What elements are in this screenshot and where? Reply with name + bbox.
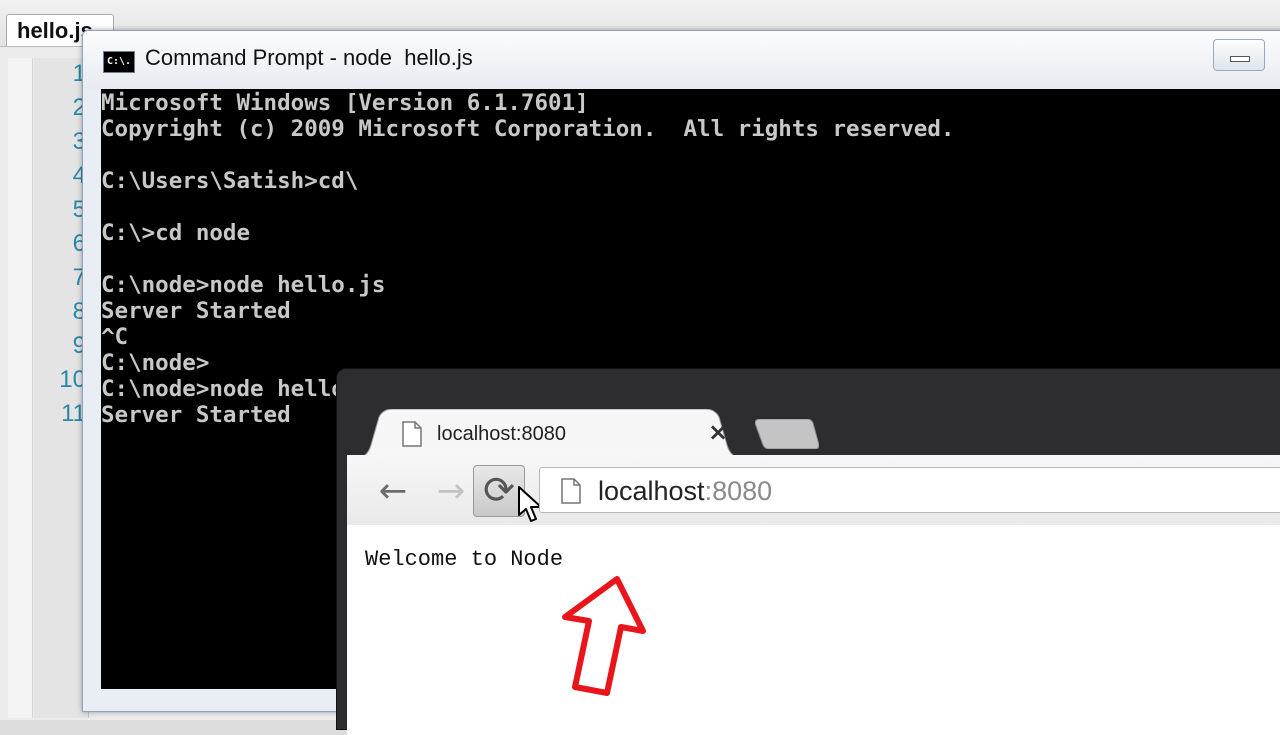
- console-line: [101, 245, 1280, 271]
- browser-window[interactable]: localhost:8080 × ← → ⟳ localhost:8080 We…: [336, 368, 1280, 735]
- page-content: Welcome to Node: [347, 525, 1280, 735]
- line-number: 3: [72, 128, 86, 155]
- up-arrow-annotation: [562, 576, 646, 696]
- page-icon: [402, 421, 422, 447]
- console-line: ^C: [101, 324, 129, 350]
- back-button[interactable]: ←: [371, 469, 415, 513]
- cmd-titlebar[interactable]: C:\. Command Prompt - node hello.js: [83, 31, 1280, 89]
- page-body-text: Welcome to Node: [365, 547, 564, 572]
- line-number: 2: [72, 94, 86, 121]
- forward-button[interactable]: →: [429, 469, 473, 513]
- line-number: 5: [72, 196, 86, 223]
- browser-toolbar: ← → ⟳ localhost:8080: [347, 455, 1280, 526]
- url-text[interactable]: localhost:8080: [598, 476, 772, 507]
- console-line: Server Started: [101, 298, 291, 324]
- line-number: 6: [72, 230, 86, 257]
- console-line: C:\node>node hello.js: [101, 272, 386, 298]
- browser-tab-active[interactable]: localhost:8080 ×: [353, 409, 745, 459]
- console-line: C:\>cd node: [101, 220, 251, 246]
- address-bar[interactable]: localhost:8080: [539, 467, 1280, 513]
- line-number: 8: [72, 298, 86, 325]
- new-tab-button[interactable]: [755, 419, 819, 449]
- line-number: 1: [72, 60, 86, 87]
- minimize-icon: [1230, 56, 1250, 62]
- page-icon: [561, 478, 581, 504]
- browser-tabstrip: localhost:8080 ×: [337, 369, 1280, 459]
- cmd-window-title: Command Prompt - node hello.js: [145, 45, 473, 70]
- close-icon[interactable]: ×: [705, 419, 731, 445]
- line-number: 7: [72, 264, 86, 291]
- line-number: 9: [72, 332, 86, 359]
- line-number: 11: [61, 400, 86, 427]
- tab-title: localhost:8080: [437, 423, 566, 445]
- line-number: 10: [59, 366, 86, 393]
- line-numbers: 1 2 3 4 5 6 7 8 9 10 11: [34, 60, 86, 434]
- url-port: :8080: [704, 476, 773, 506]
- line-number: 4: [72, 162, 86, 189]
- console-line: [101, 193, 1280, 219]
- console-line: Microsoft Windows [Version 6.1.7601]: [101, 90, 589, 116]
- minimize-button[interactable]: [1213, 39, 1265, 71]
- editor-margin: [8, 58, 33, 718]
- cmd-app-icon[interactable]: C:\.: [103, 51, 135, 73]
- console-line: C:\Users\Satish>cd\: [101, 168, 359, 194]
- console-line: Copyright (c) 2009 Microsoft Corporation…: [101, 116, 955, 142]
- url-host: localhost: [598, 476, 705, 506]
- console-line: [101, 141, 1280, 167]
